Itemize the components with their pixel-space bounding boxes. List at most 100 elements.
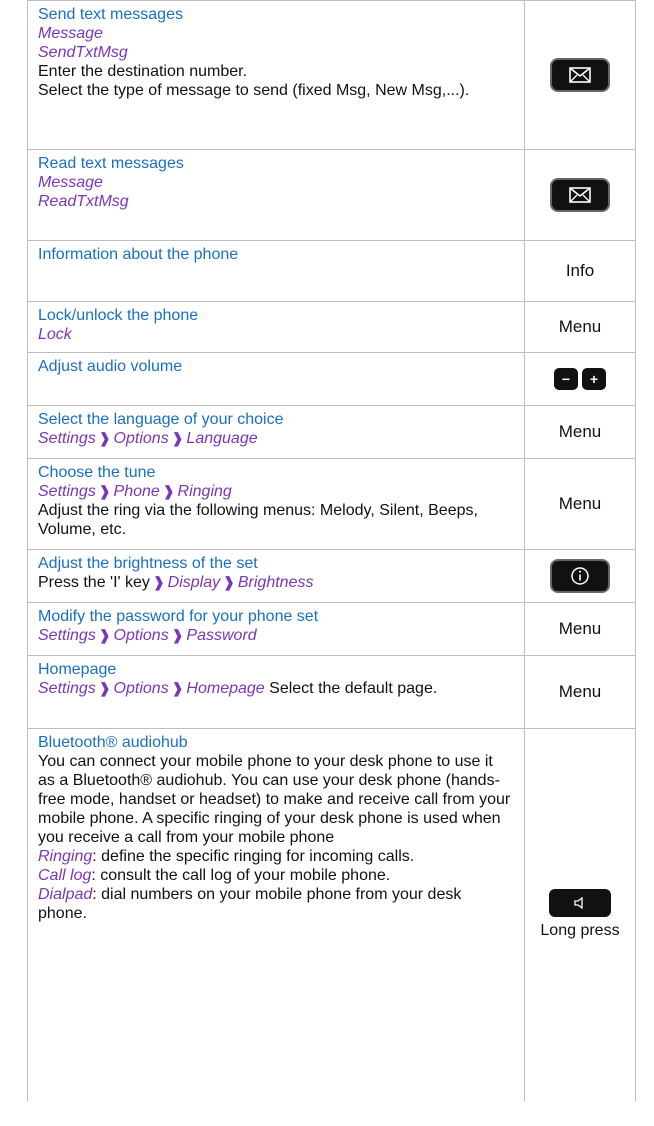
menu-path-step: Settings [38,627,96,644]
row-key: Info [525,241,636,301]
row-title: Send text messages [38,6,183,23]
menu-path-step: Homepage [186,680,265,697]
item-term: Ringing [38,848,93,865]
menu-path-step: Brightness [237,574,314,591]
row-title: Homepage [38,661,117,678]
menu-path-step: Phone [113,483,160,500]
menu-path: Lock [38,326,72,343]
table-row: Choose the tune Settings ❱ Phone ❱ Ringing A… [27,459,636,550]
table-row: Homepage Settings ❱ Options ❱ Homepage Selec… [27,656,636,729]
row-description: Lock/unlock the phone Lock [27,302,525,352]
row-key: Menu [525,302,636,352]
chevron-right-icon: ❱ [162,483,175,499]
table-row: Adjust the brightness of the set Press t… [27,550,636,603]
chevron-right-icon: ❱ [98,430,111,446]
feature-table: Send text messages Message SendTxtMsg En… [27,0,636,1101]
menu-path: Message [38,25,103,42]
chevron-right-icon: ❱ [98,627,111,643]
row-description: Select the language of your choice Setti… [27,406,525,458]
item-desc: : dial numbers on your mobile phone from… [38,886,462,922]
row-description: Bluetooth® audiohub You can connect your… [27,729,525,1101]
table-row: Lock/unlock the phone Lock Menu [27,302,636,353]
row-title: Select the language of your choice [38,411,284,428]
menu-path-step: Ringing [177,483,232,500]
row-title: Read text messages [38,155,184,172]
row-title: Adjust the brightness of the set [38,555,258,572]
row-text: Adjust the ring via the following menus:… [38,502,478,538]
table-row: Adjust audio volume − + [27,353,636,406]
row-key: − + [525,353,636,405]
menu-key-label: Menu [558,619,602,638]
menu-key-label: Menu [558,317,602,336]
chevron-right-icon: ❱ [98,483,111,499]
row-key [525,150,636,240]
menu-path-step: Options [113,627,169,644]
message-key[interactable] [550,178,610,212]
row-text: Select the default page. [269,680,438,697]
envelope-icon [569,67,591,83]
row-text: Press the 'I' key [38,574,150,591]
item-desc: : consult the call log of your mobile ph… [91,867,391,884]
row-key: Menu [525,603,636,655]
row-key: Menu [525,406,636,458]
menu-path: Message [38,174,103,191]
menu-path: SendTxtMsg [38,44,128,61]
row-text: You can connect your mobile phone to you… [38,753,511,846]
message-key[interactable] [550,58,610,92]
row-title: Information about the phone [38,246,239,263]
table-row: Send text messages Message SendTxtMsg En… [27,0,636,150]
chevron-right-icon: ❱ [223,574,235,590]
row-description: Adjust audio volume [27,353,525,405]
menu-key-label: Menu [558,422,602,441]
table-row: Bluetooth® audiohub You can connect your… [27,729,636,1101]
chevron-right-icon: ❱ [171,430,184,446]
row-title: Lock/unlock the phone [38,307,199,324]
chevron-right-icon: ❱ [98,680,111,696]
row-key [525,1,636,149]
row-description: Read text messages Message ReadTxtMsg [27,150,525,240]
list-item: Ringing: define the specific ringing for… [38,847,514,866]
row-description: Send text messages Message SendTxtMsg En… [27,1,525,149]
row-description: Information about the phone [27,241,525,301]
table-row: Information about the phone Info [27,241,636,302]
menu-path-step: Settings [38,430,96,447]
menu-path-step: Language [186,430,258,447]
table-row: Select the language of your choice Setti… [27,406,636,459]
row-description: Adjust the brightness of the set Press t… [27,550,525,602]
list-item: Call log: consult the call log of your m… [38,866,514,885]
long-press-caption: Long press [540,922,620,939]
row-title: Modify the password for your phone set [38,608,319,625]
chevron-right-icon: ❱ [152,574,165,590]
speaker-key[interactable] [549,889,611,917]
menu-key-label: Menu [558,494,602,513]
volume-up-key[interactable]: + [582,368,606,390]
row-title: Bluetooth® audiohub [38,734,188,751]
row-key [525,550,636,602]
info-key-label: Info [565,261,595,280]
speaker-icon [574,896,583,910]
chevron-right-icon: ❱ [171,627,184,643]
row-description: Choose the tune Settings ❱ Phone ❱ Ringing A… [27,459,525,549]
row-key: Menu [525,656,636,728]
info-icon [571,567,589,585]
volume-down-key[interactable]: − [554,368,578,390]
row-title: Choose the tune [38,464,156,481]
menu-path-step: Options [113,680,169,697]
row-text: Select the type of message to send (fixe… [38,82,470,99]
menu-path-step: Settings [38,680,96,697]
envelope-icon [569,187,591,203]
item-term: Dialpad [38,886,93,903]
page: Send text messages Message SendTxtMsg En… [0,0,654,1126]
row-description: Homepage Settings ❱ Options ❱ Homepage Selec… [27,656,525,728]
menu-path-step: Options [113,430,169,447]
menu-key-label: Menu [558,682,602,701]
info-key[interactable] [550,559,610,593]
table-row: Modify the password for your phone set S… [27,603,636,656]
menu-path-step: Settings [38,483,96,500]
item-desc: : define the specific ringing for incomi… [92,848,415,865]
row-title: Adjust audio volume [38,358,183,375]
table-row: Read text messages Message ReadTxtMsg [27,150,636,241]
menu-path-step: Display [167,574,221,591]
row-key: Menu [525,459,636,549]
row-key: Long press [525,729,636,1101]
